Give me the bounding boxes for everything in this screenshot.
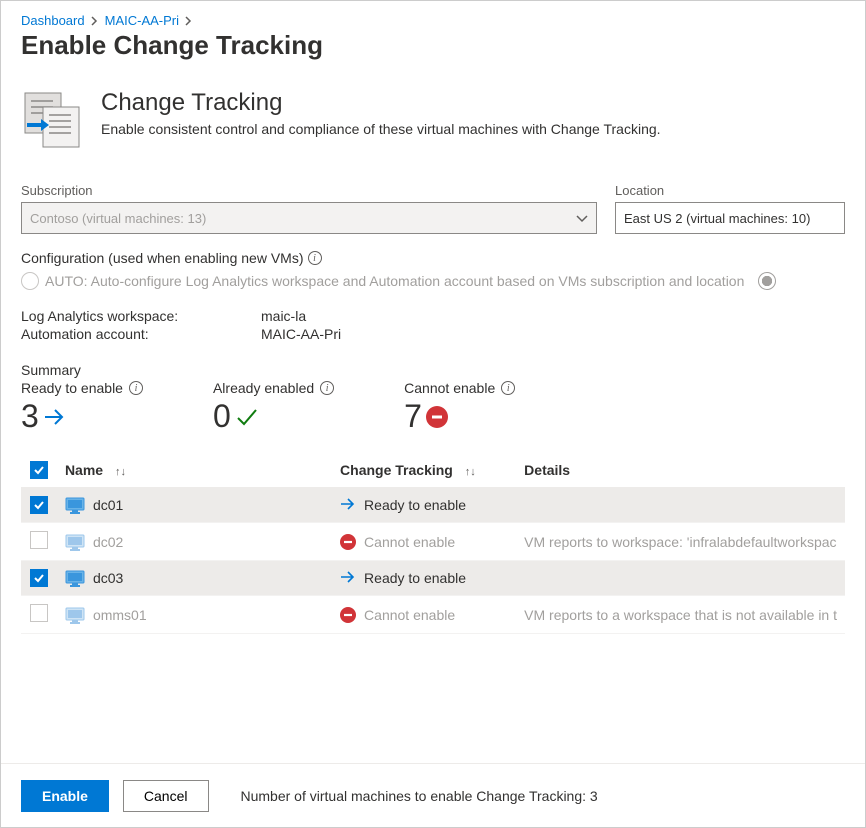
details-text: VM reports to a workspace that is not av… bbox=[524, 607, 837, 623]
row-checkbox bbox=[30, 604, 48, 622]
status-text: Ready to enable bbox=[364, 570, 466, 586]
status-text: Cannot enable bbox=[364, 607, 455, 623]
col-header-ct-text: Change Tracking bbox=[340, 462, 453, 478]
configuration-label-text: Configuration (used when enabling new VM… bbox=[21, 250, 304, 266]
table-row: dc02 Cannot enable VM reports to workspa… bbox=[21, 523, 845, 561]
error-icon bbox=[340, 607, 356, 623]
arrow-right-icon bbox=[340, 497, 356, 513]
checkmark-icon bbox=[235, 398, 259, 435]
info-icon[interactable]: i bbox=[129, 381, 143, 395]
breadcrumb-item-dashboard[interactable]: Dashboard bbox=[21, 13, 85, 28]
summary-label: Summary bbox=[21, 362, 845, 378]
summary-ready: Ready to enable i 3 bbox=[21, 380, 143, 435]
summary-ready-label: Ready to enable bbox=[21, 380, 123, 396]
location-select[interactable]: East US 2 (virtual machines: 10) bbox=[615, 202, 845, 234]
info-icon[interactable]: i bbox=[320, 381, 334, 395]
arrow-right-icon bbox=[340, 570, 356, 586]
chevron-right-icon bbox=[91, 16, 99, 26]
summary-already-label: Already enabled bbox=[213, 380, 314, 396]
table-row: omms01 Cannot enable VM reports to a wor… bbox=[21, 596, 845, 634]
info-icon[interactable]: i bbox=[308, 251, 322, 265]
vm-icon bbox=[65, 607, 83, 623]
log-analytics-workspace-label: Log Analytics workspace: bbox=[21, 308, 261, 324]
vm-icon bbox=[65, 534, 83, 550]
automation-account-label: Automation account: bbox=[21, 326, 261, 342]
automation-account-value: MAIC-AA-Pri bbox=[261, 326, 341, 342]
hero-title: Change Tracking bbox=[101, 89, 661, 117]
table-row[interactable]: dc01 Ready to enable bbox=[21, 488, 845, 523]
arrow-right-icon bbox=[43, 398, 67, 435]
configuration-label: Configuration (used when enabling new VM… bbox=[21, 250, 845, 266]
details-text: VM reports to workspace: 'infralabdefaul… bbox=[524, 534, 836, 550]
row-checkbox bbox=[30, 531, 48, 549]
hero-subtitle: Enable consistent control and compliance… bbox=[101, 121, 661, 137]
page-title: Enable Change Tracking bbox=[21, 30, 845, 61]
location-value: East US 2 (virtual machines: 10) bbox=[624, 211, 810, 226]
col-header-details[interactable]: Details bbox=[516, 453, 845, 488]
location-label: Location bbox=[615, 183, 845, 198]
vm-icon bbox=[65, 497, 83, 513]
enable-button[interactable]: Enable bbox=[21, 780, 109, 812]
hero-header: Change Tracking Enable consistent contro… bbox=[21, 89, 845, 151]
summary-ready-value: 3 bbox=[21, 398, 39, 435]
chevron-down-icon bbox=[576, 211, 588, 226]
radio-auto-label: AUTO: Auto-configure Log Analytics works… bbox=[45, 273, 744, 289]
vm-name: dc01 bbox=[93, 497, 123, 513]
error-icon bbox=[426, 406, 448, 428]
col-header-name[interactable]: Name ↑↓ bbox=[57, 453, 332, 488]
summary-cannot: Cannot enable i 7 bbox=[404, 380, 515, 435]
select-all-checkbox[interactable] bbox=[30, 461, 48, 479]
summary-cannot-label: Cannot enable bbox=[404, 380, 495, 396]
chevron-right-icon bbox=[185, 16, 193, 26]
status-text: Cannot enable bbox=[364, 534, 455, 550]
sort-icon: ↑↓ bbox=[115, 466, 126, 478]
col-header-change-tracking[interactable]: Change Tracking ↑↓ bbox=[332, 453, 516, 488]
summary-already: Already enabled i 0 bbox=[213, 380, 334, 435]
vm-name: dc02 bbox=[93, 534, 123, 550]
info-icon[interactable]: i bbox=[501, 381, 515, 395]
footer-bar: Enable Cancel Number of virtual machines… bbox=[1, 763, 865, 827]
subscription-label: Subscription bbox=[21, 183, 597, 198]
footer-count-text: Number of virtual machines to enable Cha… bbox=[241, 788, 598, 804]
sort-icon: ↑↓ bbox=[465, 466, 476, 478]
radio-auto bbox=[21, 272, 39, 290]
breadcrumb-item-automation-account[interactable]: MAIC-AA-Pri bbox=[105, 13, 179, 28]
row-checkbox[interactable] bbox=[30, 569, 48, 587]
col-header-name-text: Name bbox=[65, 462, 103, 478]
vm-icon bbox=[65, 570, 83, 586]
vm-table: Name ↑↓ Change Tracking ↑↓ Details bbox=[21, 453, 845, 634]
subscription-select: Contoso (virtual machines: 13) bbox=[21, 202, 597, 234]
summary-cannot-value: 7 bbox=[404, 398, 422, 435]
summary-already-value: 0 bbox=[213, 398, 231, 435]
breadcrumb: Dashboard MAIC-AA-Pri bbox=[21, 13, 845, 28]
row-checkbox[interactable] bbox=[30, 496, 48, 514]
status-text: Ready to enable bbox=[364, 497, 466, 513]
vm-name: dc03 bbox=[93, 570, 123, 586]
change-tracking-icon bbox=[21, 89, 83, 151]
cancel-button[interactable]: Cancel bbox=[123, 780, 209, 812]
error-icon bbox=[340, 534, 356, 550]
radio-custom bbox=[758, 272, 776, 290]
subscription-value: Contoso (virtual machines: 13) bbox=[30, 211, 206, 226]
col-header-details-text: Details bbox=[524, 462, 570, 478]
log-analytics-workspace-value: maic-la bbox=[261, 308, 306, 324]
table-row[interactable]: dc03 Ready to enable bbox=[21, 561, 845, 596]
vm-name: omms01 bbox=[93, 607, 147, 623]
